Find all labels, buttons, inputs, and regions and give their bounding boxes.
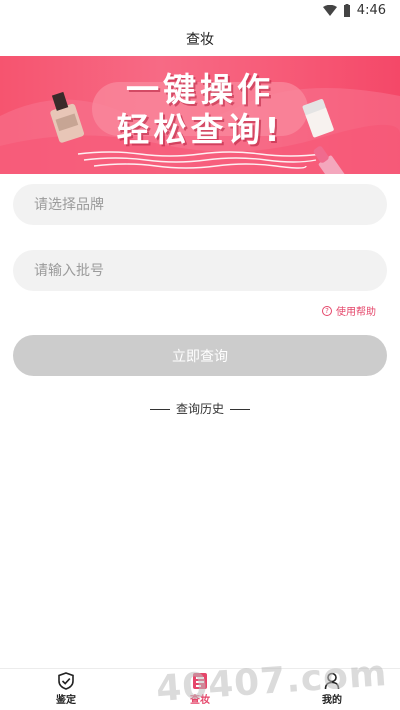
history-label: 查询历史: [175, 402, 224, 416]
page-title: 查妆: [186, 32, 214, 48]
page-header: 查妆: [0, 24, 400, 56]
brand-select-field[interactable]: [13, 184, 387, 225]
tab-identify[interactable]: 鉴定: [31, 672, 101, 708]
promo-banner: 一键操作 轻松查询!: [0, 56, 400, 174]
help-label: 使用帮助: [336, 307, 376, 318]
banner-line1: 一键操作: [126, 70, 274, 109]
divider-left: [149, 409, 170, 410]
wifi-icon: [322, 5, 337, 16]
tab-identify-label: 鉴定: [56, 695, 76, 706]
query-button[interactable]: 立即查询: [13, 335, 387, 376]
brand-input[interactable]: [13, 184, 387, 225]
screen: 4:46 查妆 一键操作 轻松查询! 请选择品牌 请输入批号 ? 使用帮助 立即…: [0, 0, 400, 710]
banner-headline: 一键操作 轻松查询!: [0, 70, 400, 150]
status-time: 4:46: [356, 3, 386, 18]
history-section-header[interactable]: 查询历史: [0, 400, 400, 417]
banner-line2: 轻松查询!: [116, 110, 284, 149]
batch-number-input[interactable]: [13, 250, 387, 291]
batch-number-field[interactable]: [13, 250, 387, 291]
status-bar: 4:46: [0, 0, 400, 24]
help-link[interactable]: ? 使用帮助: [322, 303, 376, 318]
divider-right: [230, 409, 250, 410]
battery-icon: [343, 4, 350, 17]
question-icon: ?: [322, 305, 332, 316]
shield-check-icon: [58, 672, 74, 690]
